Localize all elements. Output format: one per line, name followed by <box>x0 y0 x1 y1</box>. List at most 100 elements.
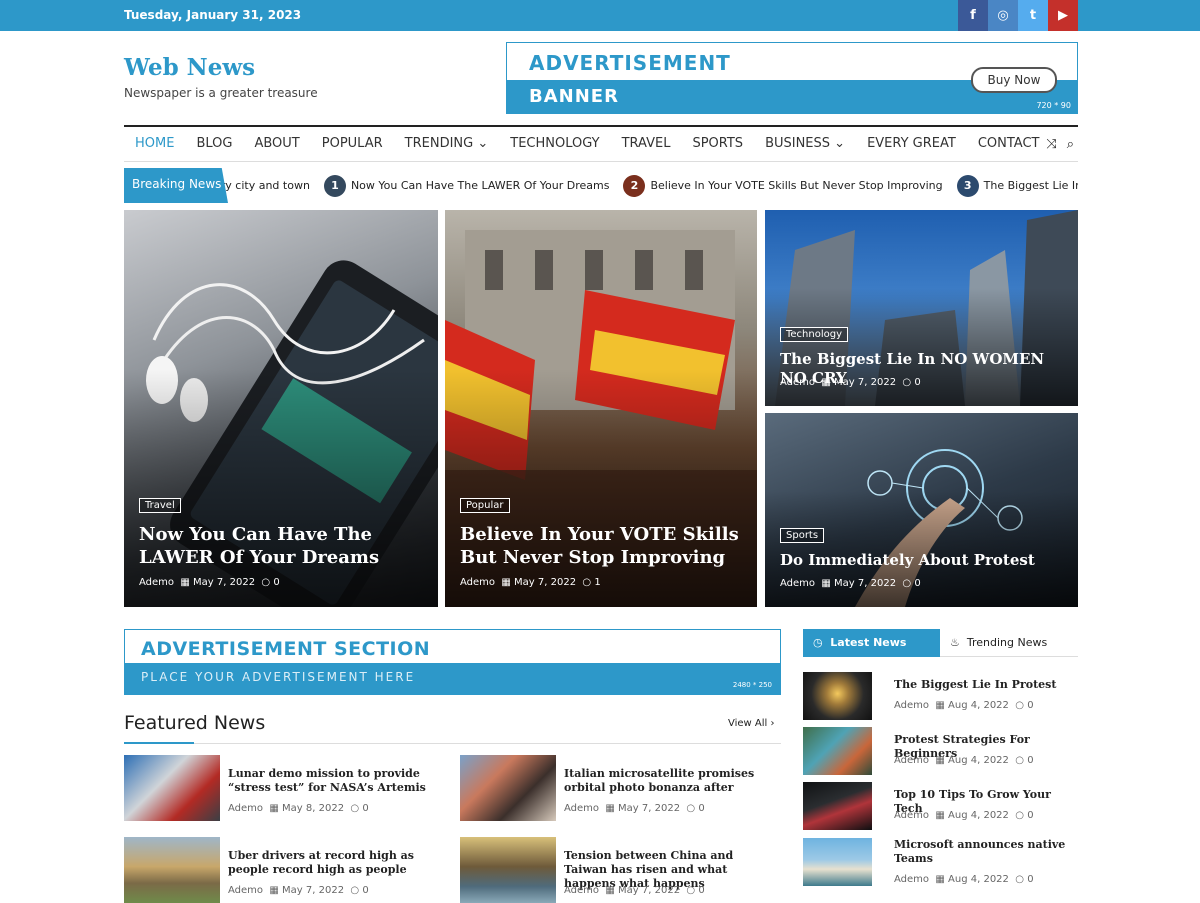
tab-latest-news[interactable]: ◷ Latest News <box>803 629 940 657</box>
clock-icon: ◷ <box>813 636 823 649</box>
ad-section[interactable]: ADVERTISEMENT SECTION PLACE YOUR ADVERTI… <box>124 629 781 695</box>
buy-now-button[interactable]: Buy Now <box>971 67 1057 93</box>
latest-meta: Ademo ▦ Aug 4, 2022 ○ 0 <box>894 755 1034 766</box>
ticker-number: 2 <box>623 174 646 197</box>
comment-icon: ○ <box>1015 810 1024 821</box>
ad-section-size: 2480 * 250 <box>732 681 772 689</box>
tab-trending-news[interactable]: ♨ Trending News <box>940 629 1078 657</box>
featured-meta: Ademo ▦ May 8, 2022 ○ 0 <box>228 803 369 814</box>
latest-thumbnail[interactable] <box>803 782 872 830</box>
featured-item[interactable]: Tension between China and Taiwan has ris… <box>460 837 780 903</box>
ticker-item[interactable]: ery city and town <box>214 179 310 192</box>
featured-thumbnail[interactable] <box>460 837 556 903</box>
ticker-item[interactable]: 2 Believe In Your VOTE Skills But Never S… <box>623 174 943 197</box>
nav-business[interactable]: BUSINESS ⌄ <box>754 127 856 162</box>
author[interactable]: Ademo <box>780 578 815 589</box>
youtube-icon[interactable]: ▶ <box>1048 0 1078 31</box>
featured-title[interactable]: Lunar demo mission to provide “stress te… <box>228 767 443 795</box>
latest-news-item[interactable]: Top 10 Tips To Grow Your Tech Ademo ▦ Au… <box>803 782 1078 832</box>
author[interactable]: Ademo <box>139 577 174 588</box>
hero-card-travel[interactable]: Travel Now You Can Have The LAWER Of You… <box>124 210 438 607</box>
nav-about[interactable]: ABOUT <box>243 127 310 162</box>
comment-icon: ○ <box>1015 700 1024 711</box>
featured-divider <box>124 742 781 744</box>
header-ad-banner[interactable]: ADVERTISEMENT BANNER Buy Now 720 * 90 <box>506 42 1078 114</box>
nav-home[interactable]: HOME <box>124 127 185 162</box>
hero-title[interactable]: Do Immediately About Protest <box>780 551 1063 570</box>
hero-meta: Ademo ▦ May 7, 2022 ○ 1 <box>460 577 601 588</box>
ad-banner-title: ADVERTISEMENT <box>529 51 731 75</box>
twitter-icon[interactable]: t <box>1018 0 1048 31</box>
hero-card-popular[interactable]: Popular Believe In Your VOTE Skills But … <box>445 210 757 607</box>
post-date: May 7, 2022 <box>834 377 897 388</box>
comment-icon: ○ <box>350 885 360 896</box>
calendar-icon: ▦ <box>269 885 279 896</box>
latest-thumbnail[interactable] <box>803 672 872 720</box>
latest-news-item[interactable]: The Biggest Lie In Protest Ademo ▦ Aug 4… <box>803 672 1078 722</box>
post-date: May 7, 2022 <box>514 577 577 588</box>
hero-title[interactable]: Believe In Your VOTE Skills But Never St… <box>460 523 742 569</box>
hero-title[interactable]: Now You Can Have The LAWER Of Your Dream… <box>139 523 423 569</box>
ticker-item[interactable]: 1 Now You Can Have The LAWER Of Your Drea… <box>323 174 609 197</box>
latest-news-item[interactable]: Protest Strategies For Beginners Ademo ▦… <box>803 727 1078 777</box>
facebook-icon[interactable]: f <box>958 0 988 31</box>
nav-blog[interactable]: BLOG <box>185 127 243 162</box>
nav-travel[interactable]: TRAVEL <box>611 127 682 162</box>
nav-sports[interactable]: SPORTS <box>681 127 754 162</box>
featured-meta: Ademo ▦ May 7, 2022 ○ 0 <box>228 885 369 896</box>
featured-thumbnail[interactable] <box>124 755 220 821</box>
current-date: Tuesday, January 31, 2023 <box>124 8 302 22</box>
post-date: May 7, 2022 <box>193 577 256 588</box>
calendar-icon: ▦ <box>935 700 945 711</box>
calendar-icon: ▦ <box>180 577 190 588</box>
featured-item[interactable]: Italian microsatellite promises orbital … <box>460 755 780 821</box>
comment-count: 0 <box>914 578 921 589</box>
comment-icon: ○ <box>686 803 696 814</box>
shuffle-icon[interactable]: ⤨ <box>1046 137 1056 152</box>
latest-title[interactable]: Microsoft announces native Teams <box>894 838 1078 866</box>
ticker-item[interactable]: 3The Biggest Lie In NO WOMEN NO CRY <box>956 174 1078 197</box>
category-badge[interactable]: Travel <box>139 498 181 513</box>
post-date: May 7, 2022 <box>834 578 897 589</box>
latest-thumbnail[interactable] <box>803 838 872 886</box>
instagram-icon[interactable]: ◎ <box>988 0 1018 31</box>
calendar-icon: ▦ <box>935 810 945 821</box>
calendar-icon: ▦ <box>935 755 945 766</box>
featured-thumbnail[interactable] <box>124 837 220 903</box>
nav-technology[interactable]: TECHNOLOGY <box>499 127 610 162</box>
featured-item[interactable]: Lunar demo mission to provide “stress te… <box>124 755 444 821</box>
calendar-icon: ▦ <box>935 874 945 885</box>
search-icon[interactable]: ⌕ <box>1067 137 1074 152</box>
hero-card-technology[interactable]: Technology The Biggest Lie In NO WOMEN N… <box>765 210 1078 406</box>
latest-news-item[interactable]: Microsoft announces native Teams Ademo ▦… <box>803 838 1078 890</box>
top-bar: Tuesday, January 31, 2023 f ◎ t ▶ <box>0 0 1200 31</box>
view-all-link[interactable]: View All › <box>728 718 774 729</box>
comment-icon: ○ <box>582 577 592 588</box>
social-links: f ◎ t ▶ <box>958 0 1078 31</box>
featured-title[interactable]: Italian microsatellite promises orbital … <box>564 767 779 795</box>
site-title[interactable]: Web News <box>124 54 255 81</box>
featured-title[interactable]: Uber drivers at record high as people re… <box>228 849 443 877</box>
featured-meta: Ademo ▦ May 7, 2022 ○ 0 <box>564 885 705 896</box>
ticker-number: 3 <box>956 174 979 197</box>
category-badge[interactable]: Sports <box>780 528 825 543</box>
comment-count: 0 <box>273 577 280 588</box>
category-badge[interactable]: Popular <box>460 498 510 513</box>
hero-card-sports[interactable]: Sports Do Immediately About Protest Adem… <box>765 413 1078 607</box>
latest-thumbnail[interactable] <box>803 727 872 775</box>
author[interactable]: Ademo <box>780 377 815 388</box>
main-nav: HOME BLOG ABOUT POPULAR TRENDING ⌄ TECHN… <box>124 125 1078 162</box>
nav-popular[interactable]: POPULAR <box>311 127 394 162</box>
latest-meta: Ademo ▦ Aug 4, 2022 ○ 0 <box>894 700 1034 711</box>
ad-section-subtitle: PLACE YOUR ADVERTISEMENT HERE <box>141 670 416 684</box>
nav-contact[interactable]: CONTACT <box>967 127 1051 162</box>
category-badge[interactable]: Technology <box>780 327 849 342</box>
featured-item[interactable]: Uber drivers at record high as people re… <box>124 837 444 903</box>
author[interactable]: Ademo <box>460 577 495 588</box>
nav-trending[interactable]: TRENDING ⌄ <box>394 127 500 162</box>
calendar-icon: ▦ <box>501 577 511 588</box>
latest-title[interactable]: The Biggest Lie In Protest <box>894 678 1078 692</box>
nav-every-great[interactable]: EVERY GREAT <box>856 127 967 162</box>
featured-thumbnail[interactable] <box>460 755 556 821</box>
comment-icon: ○ <box>1015 874 1024 885</box>
